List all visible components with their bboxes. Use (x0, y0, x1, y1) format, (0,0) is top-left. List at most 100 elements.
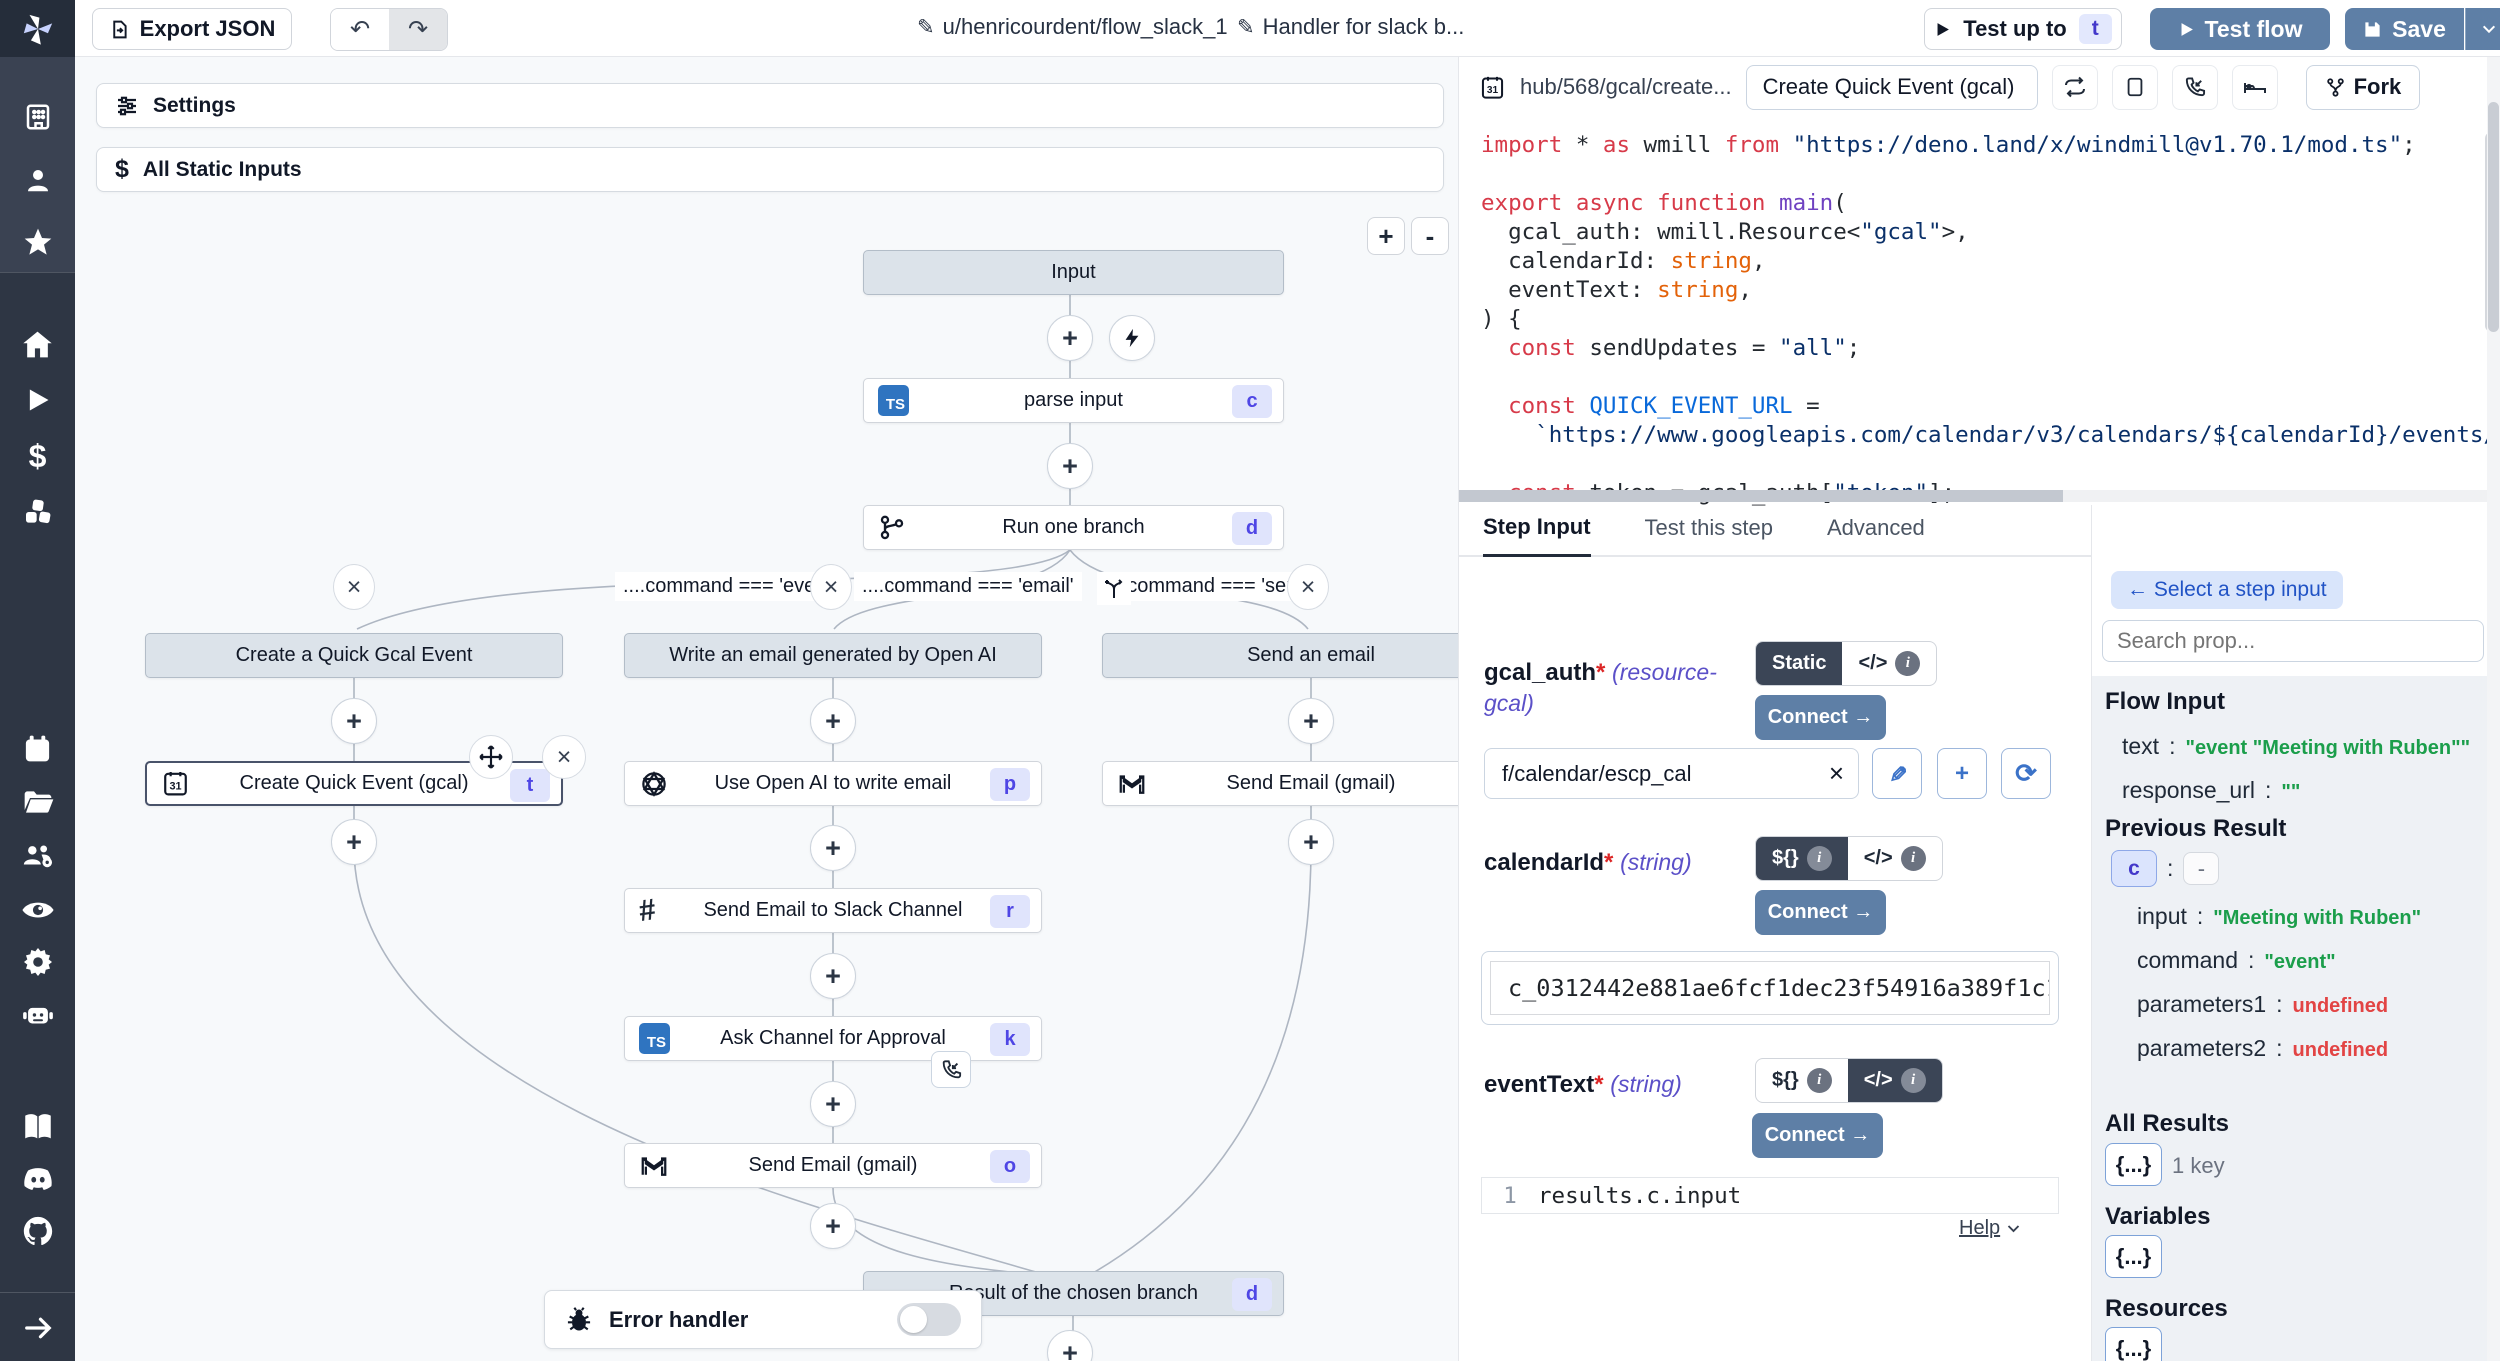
branch-condition-2[interactable]: ....command === 'email' (854, 572, 1082, 601)
add-step-button[interactable]: + (1288, 819, 1334, 865)
docs-book-icon[interactable] (0, 1107, 75, 1147)
code-mode-button[interactable]: </>i (1848, 1059, 1942, 1102)
suspend-button[interactable] (2172, 65, 2218, 110)
static-mode-button[interactable]: Static (1756, 642, 1842, 685)
search-prop-input[interactable] (2102, 620, 2484, 662)
node-send-email-branch3[interactable]: Send Email (gmail) (1102, 761, 1458, 806)
node-ask-approval[interactable]: TS Ask Channel for Approval k (624, 1016, 1042, 1061)
error-handler-toggle[interactable] (897, 1303, 961, 1336)
suspend-approval-indicator[interactable] (931, 1051, 971, 1088)
windmill-logo[interactable] (0, 0, 75, 57)
schedules-calendar-icon[interactable] (0, 728, 75, 768)
flow-settings-bar[interactable]: Settings (96, 83, 1444, 128)
node-branch2-head[interactable]: Write an email generated by Open AI (624, 633, 1042, 678)
resources-cubes-icon[interactable] (0, 492, 75, 532)
test-up-to-button[interactable]: Test up to t (1924, 8, 2122, 50)
save-button[interactable]: Save (2345, 8, 2464, 50)
flow-input-rows[interactable]: text:"event "Meeting with Ruben""respons… (2122, 733, 2470, 821)
refresh-resource-button[interactable]: ⟳ (2001, 748, 2051, 799)
delete-step-button[interactable]: × (542, 735, 586, 779)
export-json-button[interactable]: Export JSON (92, 8, 292, 50)
add-branch-icon[interactable] (1097, 573, 1131, 605)
gcal-auth-resource-input[interactable]: f/calendar/escp_cal × (1484, 748, 1859, 799)
code-horizontal-scrollbar[interactable] (1459, 490, 2063, 502)
template-mode-button[interactable]: ${}i (1756, 1059, 1848, 1102)
zoom-out-button[interactable]: - (1411, 217, 1449, 255)
step-name-input[interactable] (1746, 65, 2038, 110)
all-static-inputs-bar[interactable]: $ All Static Inputs (96, 147, 1444, 192)
select-step-input-button[interactable]: ← Select a step input (2111, 571, 2343, 609)
add-step-button[interactable]: + (1288, 698, 1334, 744)
delete-branch-3-button[interactable]: × (1287, 564, 1329, 610)
code-editor[interactable]: import * as wmill from "https://deno.lan… (1465, 119, 2489, 547)
tab-test-this-step[interactable]: Test this step (1645, 515, 1773, 555)
event-text-connect-button[interactable]: Connect → (1752, 1113, 1883, 1158)
info-icon[interactable]: i (1807, 1068, 1832, 1093)
sleep-button[interactable] (2232, 65, 2278, 110)
folders-icon[interactable] (0, 782, 75, 822)
flow-canvas[interactable]: Settings $ All Static Inputs + - Input +… (75, 57, 1458, 1361)
add-step-button[interactable]: + (331, 698, 377, 744)
window-scrollbar-thumb[interactable] (2488, 102, 2499, 332)
info-icon[interactable]: i (1901, 846, 1926, 871)
groups-icon[interactable] (0, 836, 75, 876)
workspace-icon[interactable] (0, 97, 75, 137)
node-send-email-branch2[interactable]: Send Email (gmail) o (624, 1143, 1042, 1188)
add-resource-button[interactable]: + (1937, 748, 1987, 799)
add-step-button[interactable]: + (810, 1081, 856, 1127)
zoom-in-button[interactable]: + (1367, 217, 1405, 255)
fork-button[interactable]: Fork (2306, 65, 2421, 110)
edit-resource-button[interactable]: ✎ (1872, 748, 1922, 799)
script-hub-path[interactable]: hub/568/gcal/create... (1520, 74, 1732, 100)
delete-branch-2-button[interactable]: × (810, 564, 852, 610)
flow-summary-breadcrumb[interactable]: ✎ Handler for slack b... (1237, 14, 1464, 40)
user-icon[interactable] (0, 160, 75, 200)
code-mode-button[interactable]: </>i (1848, 837, 1942, 880)
clear-resource-icon[interactable]: × (1829, 758, 1844, 789)
node-branch1-head[interactable]: Create a Quick Gcal Event (145, 633, 563, 678)
workers-robot-icon[interactable] (0, 995, 75, 1035)
save-dropdown-button[interactable] (2465, 8, 2500, 50)
test-flow-button[interactable]: Test flow (2150, 8, 2330, 50)
code-mode-button[interactable]: </>i (1842, 642, 1936, 685)
discord-icon[interactable] (0, 1159, 75, 1199)
help-link[interactable]: Help (1959, 1217, 2021, 1240)
variables-dollar-icon[interactable]: $ (0, 436, 75, 476)
node-parse-input[interactable]: TS parse input c (863, 378, 1284, 423)
node-flow-input[interactable]: Input (863, 250, 1284, 295)
node-send-slack[interactable]: # Send Email to Slack Channel r (624, 888, 1042, 933)
info-icon[interactable]: i (1895, 651, 1920, 676)
move-step-handle[interactable] (469, 735, 513, 779)
resources-object-button[interactable]: {...} (2105, 1327, 2162, 1361)
add-step-button[interactable]: + (810, 825, 856, 871)
gcal-auth-connect-button[interactable]: Connect → (1755, 695, 1886, 740)
cache-button[interactable] (2112, 65, 2158, 110)
favorites-star-icon[interactable] (0, 222, 75, 262)
node-branch3-head[interactable]: Send an email (1102, 633, 1458, 678)
github-icon[interactable] (0, 1211, 75, 1251)
tab-step-input[interactable]: Step Input (1483, 514, 1591, 557)
redo-button[interactable]: ↷ (389, 9, 447, 50)
info-icon[interactable]: i (1807, 846, 1832, 871)
node-run-one-branch[interactable]: Run one branch d (863, 505, 1284, 550)
calendar-id-connect-button[interactable]: Connect → (1755, 890, 1886, 935)
template-mode-button[interactable]: ${}i (1756, 837, 1848, 880)
previous-result-rows[interactable]: input:"Meeting with Ruben"command:"event… (2137, 903, 2421, 1079)
undo-button[interactable]: ↶ (331, 9, 389, 50)
add-step-button[interactable]: + (810, 1203, 856, 1249)
add-step-button[interactable]: + (331, 819, 377, 865)
add-step-button[interactable]: + (1047, 443, 1093, 489)
calendar-id-value-input[interactable]: c_0312442e881ae6fcf1dec23f54916a389f1c17… (1490, 961, 2050, 1015)
variables-object-button[interactable]: {...} (2105, 1235, 2162, 1278)
delete-branch-1-button[interactable]: × (333, 564, 375, 610)
add-step-button[interactable]: + (810, 953, 856, 999)
all-results-object-button[interactable]: {...} (2105, 1143, 2162, 1186)
settings-gear-icon[interactable] (0, 942, 75, 982)
collapse-sidebar-arrow-icon[interactable] (0, 1308, 75, 1348)
add-step-button[interactable]: + (1047, 315, 1093, 361)
retries-button[interactable] (2052, 65, 2098, 110)
home-icon[interactable] (0, 324, 75, 364)
node-use-openai[interactable]: Use Open AI to write email p (624, 761, 1042, 806)
info-icon[interactable]: i (1901, 1068, 1926, 1093)
add-step-button[interactable]: + (810, 698, 856, 744)
